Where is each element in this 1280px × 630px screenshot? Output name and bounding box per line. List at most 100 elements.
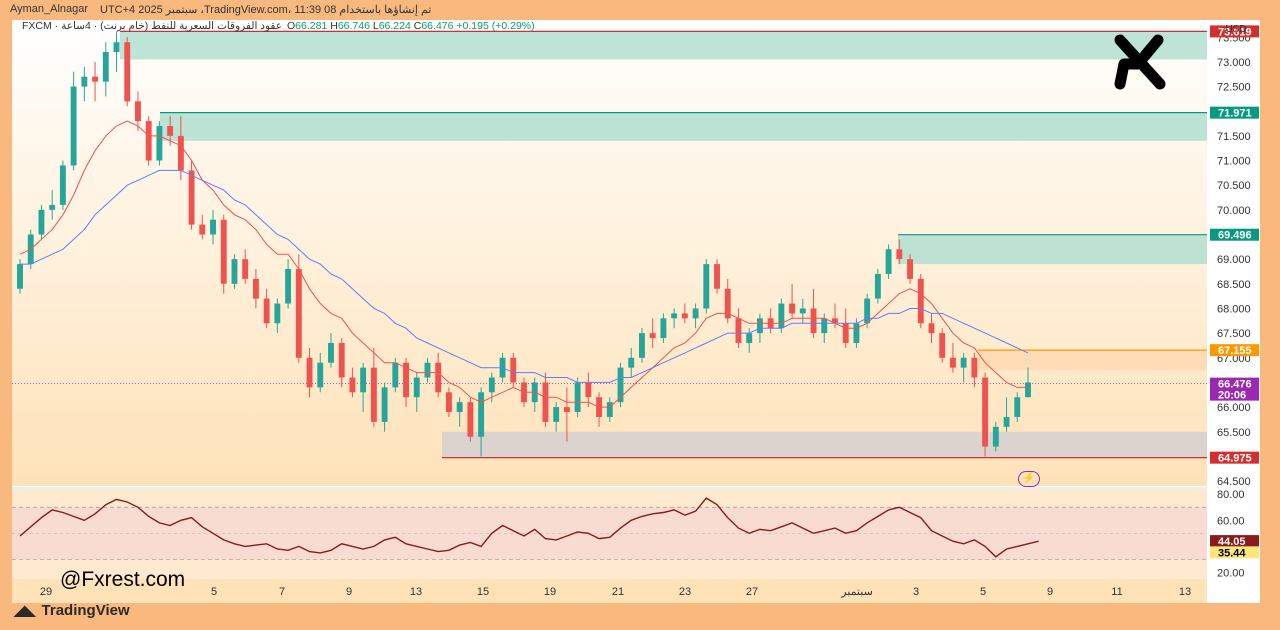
candle-body	[842, 323, 849, 343]
candle-body	[49, 204, 56, 210]
candle-body	[703, 264, 710, 309]
x-tick-label: 5	[980, 586, 986, 598]
candle-body	[456, 402, 463, 413]
candle-body	[606, 402, 613, 417]
y-tick-label: 71.500	[1217, 131, 1251, 143]
candle-body	[177, 135, 184, 171]
candle-body	[435, 362, 442, 393]
y-tick-label: 65.500	[1217, 427, 1251, 439]
candle-body	[188, 170, 195, 225]
candle-body	[328, 342, 334, 363]
candle-body	[992, 426, 999, 447]
candle-body	[896, 249, 903, 260]
high-value: 66.746	[337, 20, 370, 32]
symbol-name[interactable]: عقود الفروقات السعرية للنفط (خام برنت) ·…	[22, 20, 282, 32]
rsi-tick-label: 80.00	[1217, 489, 1245, 501]
open-label: O	[287, 20, 296, 32]
candle-body	[145, 121, 152, 161]
candle-body	[156, 126, 163, 161]
candle-body	[821, 318, 828, 334]
published-info: تم إنشاؤها باستخدام TradingView.com، 11:…	[100, 4, 432, 16]
tv-logo-text: TradingView	[41, 602, 130, 619]
candle-body	[778, 303, 785, 329]
x-tick-label: 19	[544, 586, 556, 598]
candle-body	[424, 362, 431, 378]
candle-body	[735, 318, 742, 343]
candle-body	[563, 407, 570, 413]
brand-watermark: @Fxrest.com	[60, 568, 186, 591]
low-value: 66.224	[378, 20, 411, 32]
candle-body	[649, 333, 656, 339]
candle-body	[81, 76, 88, 87]
price-label: 69.496	[1218, 230, 1252, 242]
candle-body	[306, 357, 313, 388]
x-tick-label: 7	[279, 586, 285, 598]
x-tick-label: 9	[346, 586, 352, 598]
price-label: 71.971	[1218, 108, 1252, 120]
candle-body	[102, 52, 109, 82]
candle-body	[799, 308, 806, 314]
candle-body	[124, 42, 131, 102]
candle-body	[671, 313, 678, 319]
rsi-tick-label: 60.00	[1217, 515, 1245, 527]
candle-body	[982, 377, 989, 447]
x-tick-label: 15	[477, 586, 489, 598]
price-label: 67.155	[1218, 345, 1252, 357]
candle-body	[639, 333, 645, 358]
candle-body	[756, 318, 763, 334]
close-value: 66.476	[421, 20, 454, 32]
candle-body	[628, 357, 635, 368]
lightning-icon[interactable]: ⚡	[1018, 471, 1040, 487]
y-tick-label: 71.000	[1217, 156, 1251, 168]
x-tick-label: 27	[746, 586, 758, 598]
candle-body	[220, 219, 227, 284]
price-chart[interactable]: 73.50073.00072.50072.00071.50071.00070.5…	[12, 20, 1260, 603]
rsi-tick-label: 20.00	[1217, 567, 1245, 579]
time-axis-bg	[12, 579, 1207, 603]
x-tick-label: 9	[1047, 586, 1053, 598]
candle-body	[263, 298, 270, 324]
y-tick-label: 67.500	[1217, 328, 1251, 340]
candle-body	[542, 382, 549, 422]
candle-body	[381, 387, 388, 422]
candle-body	[488, 377, 495, 393]
candle-body	[810, 308, 817, 334]
candle-body	[445, 392, 452, 413]
candle-body	[574, 382, 581, 413]
candle-body	[59, 165, 66, 205]
candle-body	[885, 249, 892, 274]
candle-body	[789, 303, 796, 314]
x-tick-label: 23	[679, 586, 691, 598]
x-tick-label: 13	[410, 586, 422, 598]
candle-body	[135, 101, 141, 122]
candle-body	[853, 323, 860, 343]
x-tick-label: 5	[211, 586, 217, 598]
candle-body	[746, 333, 753, 343]
candle-body	[413, 377, 420, 398]
candle-body	[274, 303, 281, 324]
candle-body	[960, 357, 967, 368]
zone-green	[160, 112, 1207, 141]
price-label: 20:06	[1218, 390, 1246, 402]
ohlc-readout: O66.281 H66.746 L66.224 C66.476 +0.195 (…	[287, 20, 535, 32]
candle-body	[971, 357, 978, 378]
x-tick-label: 21	[612, 586, 624, 598]
candle-body	[370, 367, 377, 422]
rsi-value-label: 35.44	[1218, 547, 1246, 559]
candle-body	[585, 382, 592, 398]
currency-button[interactable]: USD	[1214, 22, 1258, 38]
tradingview-logo: ◢◣ TradingView	[14, 602, 130, 619]
candle-body	[949, 357, 956, 368]
y-tick-label: 72.500	[1217, 82, 1251, 94]
candle-body	[252, 278, 259, 299]
zone-green	[898, 234, 1207, 265]
candle-body	[210, 219, 216, 235]
x-tick-label: سبتمبر	[840, 586, 873, 598]
x-logo-icon	[1114, 34, 1166, 90]
chart-header: Ayman_Alnagar تم إنشاؤها باستخدام Tradin…	[0, 0, 1280, 16]
candle-body	[295, 269, 302, 358]
x-tick-label: 3	[913, 586, 919, 598]
candle-body	[917, 278, 924, 324]
candle-body	[113, 42, 120, 53]
candle-body	[285, 269, 292, 304]
